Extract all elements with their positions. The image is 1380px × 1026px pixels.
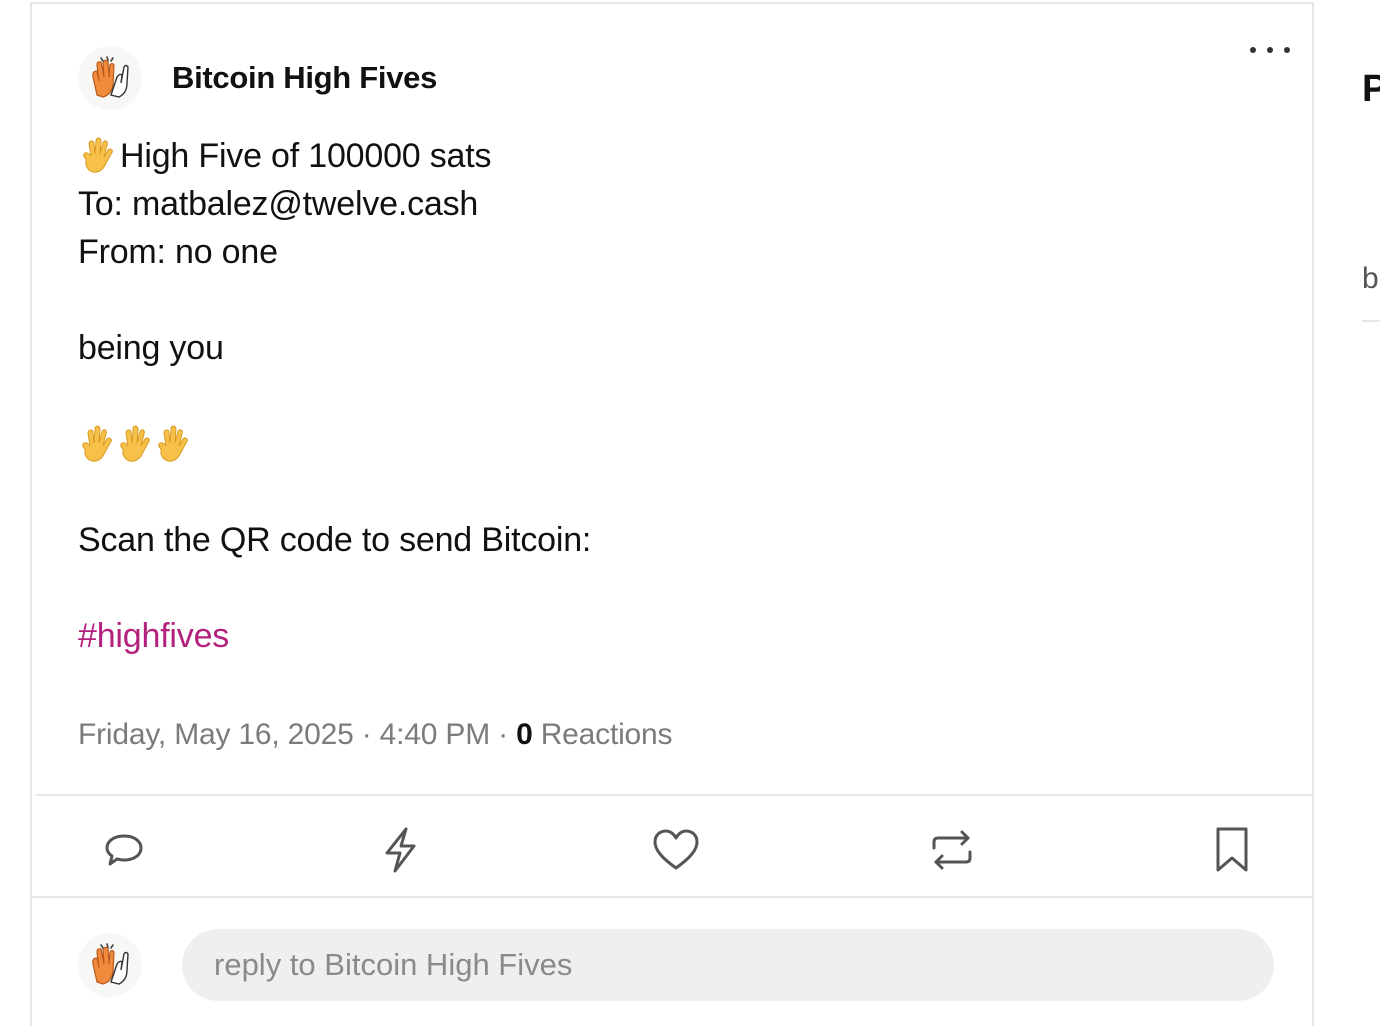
post-header: Bitcoin High Fives (78, 46, 437, 110)
more-options-button[interactable] (1250, 38, 1290, 62)
author-avatar[interactable] (78, 46, 142, 110)
dot-icon (1267, 47, 1273, 53)
action-bar (32, 796, 1312, 896)
content-line-1: High Five of 100000 sats (78, 132, 591, 180)
page: Bitcoin High Fives High Five of 100000 s… (0, 0, 1380, 1026)
reply-button[interactable] (100, 826, 148, 874)
zap-button[interactable] (376, 826, 424, 874)
hashtag-line: #highfives (78, 612, 591, 660)
meta-separator: · (498, 718, 508, 751)
hand-icon (82, 425, 112, 462)
comment-icon (105, 834, 143, 866)
divider (32, 896, 1312, 898)
heart-icon (653, 829, 699, 870)
dot-icon (1284, 47, 1290, 53)
hand-icon (158, 425, 188, 462)
like-button[interactable] (652, 826, 700, 874)
raised-hands-icon (92, 943, 129, 985)
reply-row (78, 928, 1274, 1002)
post-date[interactable]: Friday, May 16, 2025 (78, 718, 354, 751)
lightning-icon (385, 827, 416, 873)
hand-icon (120, 425, 150, 462)
reactions-link[interactable]: 0 Reactions (516, 718, 672, 751)
raised-hand-icon (78, 137, 116, 175)
bookmark-icon (1216, 827, 1248, 872)
emoji-row (78, 420, 591, 468)
sidebar-divider (1362, 320, 1380, 322)
hashtag-link[interactable]: #highfives (78, 612, 229, 660)
post-content: High Five of 100000 sats To: matbalez@tw… (78, 132, 591, 660)
reply-avatar[interactable] (78, 933, 142, 997)
right-sidebar: P b (1316, 0, 1380, 1026)
author-name[interactable]: Bitcoin High Fives (172, 60, 437, 96)
reply-input[interactable] (182, 929, 1274, 1001)
qr-instruction-text: Scan the QR code to send Bitcoin: (78, 521, 592, 559)
bookmark-button[interactable] (1208, 826, 1256, 874)
reactions-label: Reactions (540, 718, 673, 751)
post-time[interactable]: 4:40 PM (380, 718, 491, 751)
sidebar-text[interactable]: b (1362, 262, 1379, 296)
dot-icon (1250, 47, 1256, 53)
content-line-3: From: no one (78, 233, 278, 271)
post-meta: Friday, May 16, 2025 · 4:40 PM · 0 React… (78, 718, 673, 752)
raised-hands-icon (92, 56, 129, 98)
repost-icon (932, 830, 972, 870)
meta-separator: · (361, 718, 372, 751)
reactions-count: 0 (516, 718, 533, 751)
post-card: Bitcoin High Fives High Five of 100000 s… (30, 2, 1314, 1026)
content-line-2: To: matbalez@twelve.cash (78, 185, 479, 223)
content-message: being you (78, 329, 224, 367)
sidebar-heading: P (1362, 68, 1380, 110)
repost-button[interactable] (928, 826, 976, 874)
high-five-amount-text: High Five of 100000 sats (120, 137, 492, 175)
